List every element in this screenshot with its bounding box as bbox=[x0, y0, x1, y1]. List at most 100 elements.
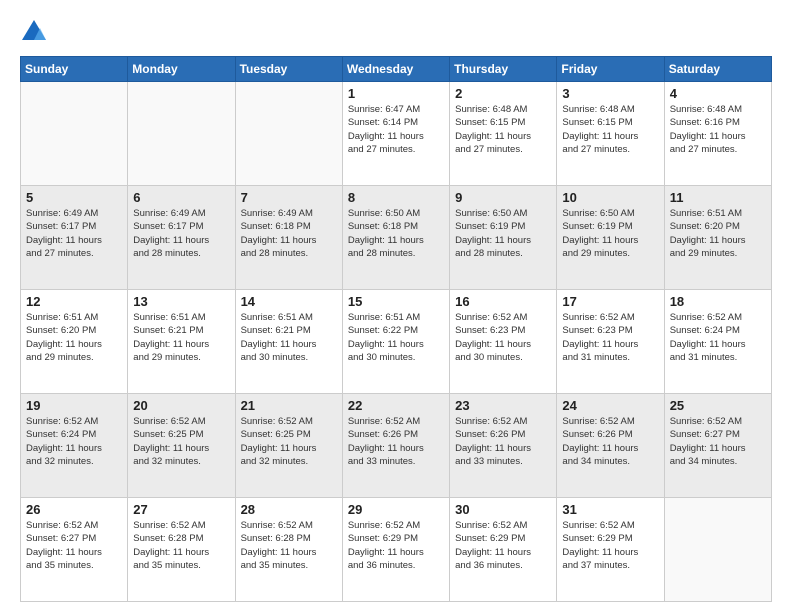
day-number: 23 bbox=[455, 398, 551, 413]
day-number: 13 bbox=[133, 294, 229, 309]
day-number: 21 bbox=[241, 398, 337, 413]
calendar-cell: 14 Sunrise: 6:51 AM Sunset: 6:21 PM Dayli… bbox=[235, 290, 342, 394]
calendar-cell: 5 Sunrise: 6:49 AM Sunset: 6:17 PM Daylig… bbox=[21, 186, 128, 290]
day-info: Sunrise: 6:52 AM Sunset: 6:27 PM Dayligh… bbox=[26, 519, 122, 572]
header-friday: Friday bbox=[557, 57, 664, 82]
day-info: Sunrise: 6:48 AM Sunset: 6:15 PM Dayligh… bbox=[455, 103, 551, 156]
day-number: 17 bbox=[562, 294, 658, 309]
calendar-header-row: SundayMondayTuesdayWednesdayThursdayFrid… bbox=[21, 57, 772, 82]
day-number: 22 bbox=[348, 398, 444, 413]
calendar-cell: 16 Sunrise: 6:52 AM Sunset: 6:23 PM Dayli… bbox=[450, 290, 557, 394]
day-number: 18 bbox=[670, 294, 766, 309]
day-info: Sunrise: 6:51 AM Sunset: 6:21 PM Dayligh… bbox=[241, 311, 337, 364]
calendar-cell: 19 Sunrise: 6:52 AM Sunset: 6:24 PM Dayli… bbox=[21, 394, 128, 498]
day-number: 12 bbox=[26, 294, 122, 309]
header-monday: Monday bbox=[128, 57, 235, 82]
header-sunday: Sunday bbox=[21, 57, 128, 82]
header bbox=[20, 18, 772, 46]
day-info: Sunrise: 6:48 AM Sunset: 6:16 PM Dayligh… bbox=[670, 103, 766, 156]
day-number: 6 bbox=[133, 190, 229, 205]
calendar-cell: 20 Sunrise: 6:52 AM Sunset: 6:25 PM Dayli… bbox=[128, 394, 235, 498]
day-number: 2 bbox=[455, 86, 551, 101]
calendar-cell: 18 Sunrise: 6:52 AM Sunset: 6:24 PM Dayli… bbox=[664, 290, 771, 394]
day-number: 31 bbox=[562, 502, 658, 517]
day-info: Sunrise: 6:52 AM Sunset: 6:29 PM Dayligh… bbox=[348, 519, 444, 572]
day-info: Sunrise: 6:52 AM Sunset: 6:24 PM Dayligh… bbox=[670, 311, 766, 364]
day-number: 5 bbox=[26, 190, 122, 205]
calendar-cell: 26 Sunrise: 6:52 AM Sunset: 6:27 PM Dayli… bbox=[21, 498, 128, 602]
day-info: Sunrise: 6:51 AM Sunset: 6:22 PM Dayligh… bbox=[348, 311, 444, 364]
calendar-cell bbox=[235, 82, 342, 186]
day-info: Sunrise: 6:49 AM Sunset: 6:18 PM Dayligh… bbox=[241, 207, 337, 260]
day-number: 27 bbox=[133, 502, 229, 517]
day-info: Sunrise: 6:52 AM Sunset: 6:25 PM Dayligh… bbox=[241, 415, 337, 468]
day-number: 26 bbox=[26, 502, 122, 517]
day-number: 24 bbox=[562, 398, 658, 413]
day-number: 16 bbox=[455, 294, 551, 309]
calendar-cell: 11 Sunrise: 6:51 AM Sunset: 6:20 PM Dayli… bbox=[664, 186, 771, 290]
calendar-cell: 6 Sunrise: 6:49 AM Sunset: 6:17 PM Daylig… bbox=[128, 186, 235, 290]
day-info: Sunrise: 6:52 AM Sunset: 6:27 PM Dayligh… bbox=[670, 415, 766, 468]
calendar-cell: 10 Sunrise: 6:50 AM Sunset: 6:19 PM Dayli… bbox=[557, 186, 664, 290]
calendar-cell bbox=[128, 82, 235, 186]
calendar-cell: 7 Sunrise: 6:49 AM Sunset: 6:18 PM Daylig… bbox=[235, 186, 342, 290]
day-info: Sunrise: 6:51 AM Sunset: 6:21 PM Dayligh… bbox=[133, 311, 229, 364]
calendar-cell: 30Sunrise: 6:52 AM Sunset: 6:29 PM Dayli… bbox=[450, 498, 557, 602]
day-number: 10 bbox=[562, 190, 658, 205]
day-number: 15 bbox=[348, 294, 444, 309]
header-saturday: Saturday bbox=[664, 57, 771, 82]
calendar-cell: 1Sunrise: 6:47 AM Sunset: 6:14 PM Daylig… bbox=[342, 82, 449, 186]
calendar-cell: 4Sunrise: 6:48 AM Sunset: 6:16 PM Daylig… bbox=[664, 82, 771, 186]
day-number: 8 bbox=[348, 190, 444, 205]
day-info: Sunrise: 6:49 AM Sunset: 6:17 PM Dayligh… bbox=[26, 207, 122, 260]
day-info: Sunrise: 6:49 AM Sunset: 6:17 PM Dayligh… bbox=[133, 207, 229, 260]
day-info: Sunrise: 6:52 AM Sunset: 6:26 PM Dayligh… bbox=[348, 415, 444, 468]
calendar-cell: 13 Sunrise: 6:51 AM Sunset: 6:21 PM Dayli… bbox=[128, 290, 235, 394]
calendar-row-0: 1Sunrise: 6:47 AM Sunset: 6:14 PM Daylig… bbox=[21, 82, 772, 186]
day-info: Sunrise: 6:52 AM Sunset: 6:26 PM Dayligh… bbox=[455, 415, 551, 468]
calendar-cell: 17 Sunrise: 6:52 AM Sunset: 6:23 PM Dayli… bbox=[557, 290, 664, 394]
day-number: 14 bbox=[241, 294, 337, 309]
calendar-table: SundayMondayTuesdayWednesdayThursdayFrid… bbox=[20, 56, 772, 602]
calendar-row-1: 5 Sunrise: 6:49 AM Sunset: 6:17 PM Daylig… bbox=[21, 186, 772, 290]
calendar-cell: 2 Sunrise: 6:48 AM Sunset: 6:15 PM Daylig… bbox=[450, 82, 557, 186]
calendar-cell: 12 Sunrise: 6:51 AM Sunset: 6:20 PM Dayli… bbox=[21, 290, 128, 394]
calendar-cell: 27 Sunrise: 6:52 AM Sunset: 6:28 PM Dayli… bbox=[128, 498, 235, 602]
calendar-cell: 15 Sunrise: 6:51 AM Sunset: 6:22 PM Dayli… bbox=[342, 290, 449, 394]
header-wednesday: Wednesday bbox=[342, 57, 449, 82]
calendar-cell: 8Sunrise: 6:50 AM Sunset: 6:18 PM Daylig… bbox=[342, 186, 449, 290]
day-info: Sunrise: 6:52 AM Sunset: 6:29 PM Dayligh… bbox=[455, 519, 551, 572]
day-info: Sunrise: 6:52 AM Sunset: 6:23 PM Dayligh… bbox=[562, 311, 658, 364]
day-info: Sunrise: 6:52 AM Sunset: 6:26 PM Dayligh… bbox=[562, 415, 658, 468]
day-number: 19 bbox=[26, 398, 122, 413]
header-thursday: Thursday bbox=[450, 57, 557, 82]
day-info: Sunrise: 6:51 AM Sunset: 6:20 PM Dayligh… bbox=[26, 311, 122, 364]
calendar-cell: 23 Sunrise: 6:52 AM Sunset: 6:26 PM Dayli… bbox=[450, 394, 557, 498]
calendar-cell: 24 Sunrise: 6:52 AM Sunset: 6:26 PM Dayli… bbox=[557, 394, 664, 498]
day-number: 9 bbox=[455, 190, 551, 205]
calendar-cell: 28Sunrise: 6:52 AM Sunset: 6:28 PM Dayli… bbox=[235, 498, 342, 602]
day-number: 29 bbox=[348, 502, 444, 517]
day-number: 7 bbox=[241, 190, 337, 205]
day-number: 20 bbox=[133, 398, 229, 413]
calendar-row-2: 12 Sunrise: 6:51 AM Sunset: 6:20 PM Dayli… bbox=[21, 290, 772, 394]
calendar-cell: 22 Sunrise: 6:52 AM Sunset: 6:26 PM Dayli… bbox=[342, 394, 449, 498]
calendar-row-3: 19 Sunrise: 6:52 AM Sunset: 6:24 PM Dayli… bbox=[21, 394, 772, 498]
day-info: Sunrise: 6:51 AM Sunset: 6:20 PM Dayligh… bbox=[670, 207, 766, 260]
calendar-cell: 9Sunrise: 6:50 AM Sunset: 6:19 PM Daylig… bbox=[450, 186, 557, 290]
calendar-row-4: 26 Sunrise: 6:52 AM Sunset: 6:27 PM Dayli… bbox=[21, 498, 772, 602]
day-info: Sunrise: 6:52 AM Sunset: 6:28 PM Dayligh… bbox=[241, 519, 337, 572]
day-info: Sunrise: 6:52 AM Sunset: 6:24 PM Dayligh… bbox=[26, 415, 122, 468]
calendar-cell bbox=[21, 82, 128, 186]
day-info: Sunrise: 6:52 AM Sunset: 6:28 PM Dayligh… bbox=[133, 519, 229, 572]
day-info: Sunrise: 6:52 AM Sunset: 6:25 PM Dayligh… bbox=[133, 415, 229, 468]
day-number: 25 bbox=[670, 398, 766, 413]
calendar-cell: 31Sunrise: 6:52 AM Sunset: 6:29 PM Dayli… bbox=[557, 498, 664, 602]
day-number: 1 bbox=[348, 86, 444, 101]
day-number: 3 bbox=[562, 86, 658, 101]
calendar-cell: 29 Sunrise: 6:52 AM Sunset: 6:29 PM Dayli… bbox=[342, 498, 449, 602]
day-number: 11 bbox=[670, 190, 766, 205]
calendar-cell: 3Sunrise: 6:48 AM Sunset: 6:15 PM Daylig… bbox=[557, 82, 664, 186]
day-info: Sunrise: 6:50 AM Sunset: 6:19 PM Dayligh… bbox=[562, 207, 658, 260]
day-info: Sunrise: 6:52 AM Sunset: 6:23 PM Dayligh… bbox=[455, 311, 551, 364]
